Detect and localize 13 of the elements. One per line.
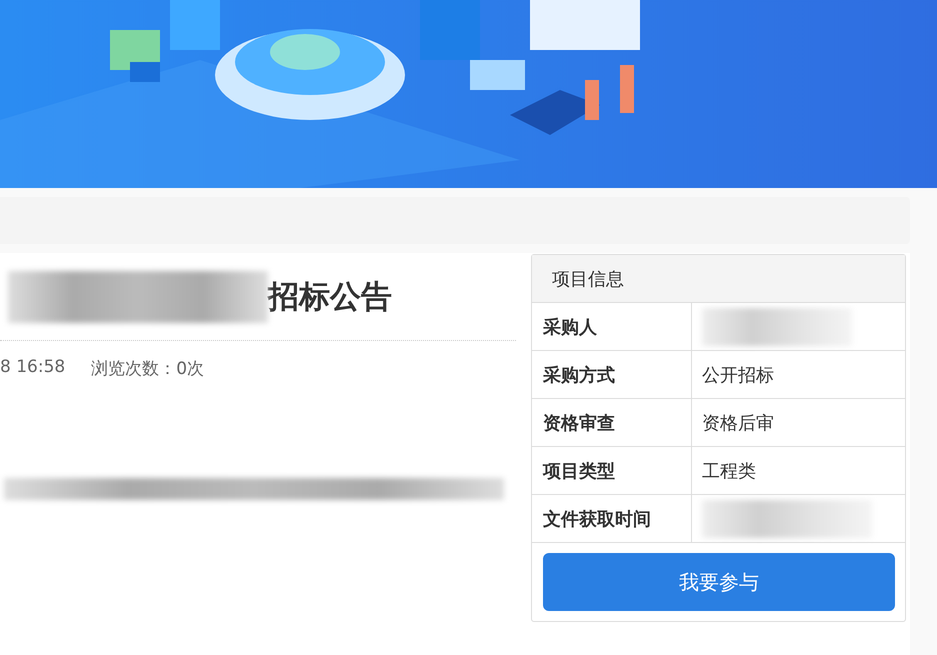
field-label: 文件获取时间	[532, 495, 692, 542]
field-value: 公开招标	[701, 364, 774, 388]
field-label: 项目类型	[532, 447, 692, 494]
panel-title: 项目信息	[532, 255, 905, 303]
field-value: 工程类	[701, 460, 756, 484]
field-label: 采购方式	[532, 351, 692, 398]
view-count: 浏览次数：0次	[91, 358, 204, 380]
publish-time: 8 16:58	[0, 357, 66, 379]
notice-title: 招标公告	[268, 278, 392, 316]
field-label: 资格审查	[532, 399, 692, 446]
field-value: 资格后审	[701, 412, 774, 436]
field-label: 采购人	[532, 303, 692, 350]
participate-button[interactable]: 我要参与	[543, 553, 895, 611]
